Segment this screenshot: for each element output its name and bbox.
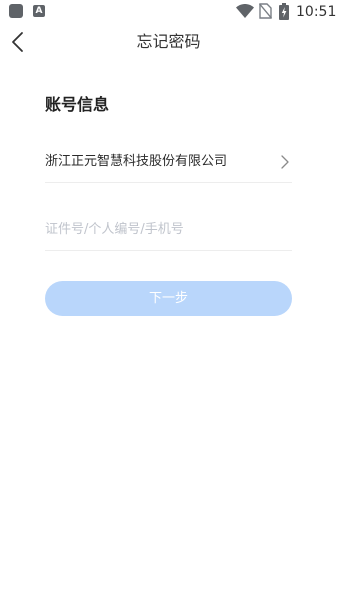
id-input[interactable] (45, 218, 292, 240)
notification-square-icon (9, 4, 23, 18)
battery-charging-icon (279, 3, 289, 20)
header: 忘记密码 (0, 24, 337, 62)
section-title: 账号信息 (45, 95, 110, 114)
id-input-container (45, 210, 292, 251)
company-selector[interactable]: 浙江正元智慧科技股份有限公司 (45, 142, 292, 183)
wifi-icon (236, 4, 254, 18)
status-bar: A 10:51 (0, 0, 337, 24)
no-sim-icon (259, 3, 272, 19)
chevron-right-icon (281, 155, 289, 169)
company-name: 浙江正元智慧科技股份有限公司 (45, 154, 228, 169)
page-title: 忘记密码 (136, 32, 201, 51)
a-icon: A (33, 5, 45, 17)
next-button[interactable]: 下一步 (45, 281, 292, 316)
status-time: 10:51 (296, 4, 337, 20)
